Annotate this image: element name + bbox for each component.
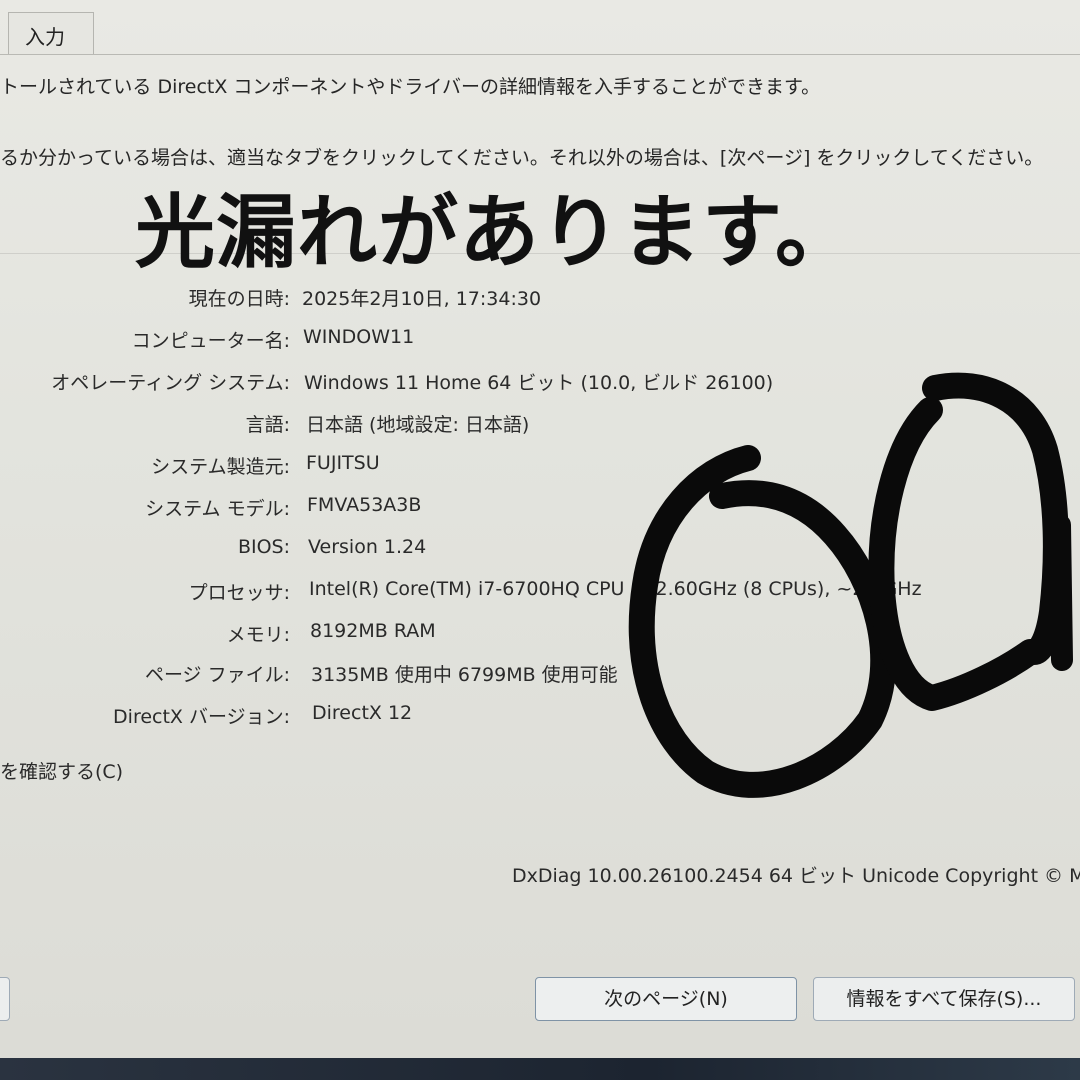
- info-label: オペレーティング システム:: [51, 372, 290, 394]
- version-footer: DxDiag 10.00.26100.2454 64 ビット Unicode C…: [512, 865, 1080, 887]
- info-value: 日本語 (地域設定: 日本語): [306, 414, 530, 436]
- info-label: 言語:: [245, 414, 290, 436]
- dxdiag-window: 入力 トールされている DirectX コンポーネントやドライバーの詳細情報を入…: [0, 0, 1080, 1060]
- info-value: FMVA53A3B: [307, 494, 422, 516]
- next-page-button[interactable]: 次のページ(N): [535, 977, 797, 1021]
- info-row-computer-name: コンピューター名: WINDOW11: [0, 326, 1080, 362]
- info-value: 8192MB RAM: [310, 620, 436, 642]
- info-row-datetime: 現在の日時: 2025年2月10日, 17:34:30: [0, 284, 1080, 320]
- info-row-processor: プロセッサ: Intel(R) Core(TM) i7-6700HQ CPU @…: [0, 578, 1080, 614]
- laptop-bezel: [0, 1058, 1080, 1080]
- intro-line-1: トールされている DirectX コンポーネントやドライバーの詳細情報を入手する…: [0, 76, 821, 98]
- whql-check-option[interactable]: を確認する(C): [0, 757, 123, 784]
- info-value: WINDOW11: [303, 326, 415, 348]
- info-label: システム製造元:: [151, 456, 290, 478]
- info-value: FUJITSU: [306, 452, 380, 474]
- info-label: コンピューター名:: [131, 330, 290, 352]
- info-row-pagefile: ページ ファイル: 3135MB 使用中 6799MB 使用可能: [0, 660, 1080, 696]
- info-value: 3135MB 使用中 6799MB 使用可能: [311, 664, 618, 686]
- info-label: DirectX バージョン:: [113, 706, 290, 728]
- info-row-manufacturer: システム製造元: FUJITSU: [0, 452, 1080, 488]
- info-value: 2025年2月10日, 17:34:30: [302, 288, 542, 310]
- info-value: Windows 11 Home 64 ビット (10.0, ビルド 26100): [304, 372, 774, 394]
- overlay-banner-text: 光漏れがあります。: [135, 186, 856, 279]
- info-row-language: 言語: 日本語 (地域設定: 日本語): [0, 410, 1080, 446]
- info-row-os: オペレーティング システム: Windows 11 Home 64 ビット (1…: [0, 368, 1080, 404]
- info-label: ページ ファイル:: [144, 664, 290, 686]
- info-row-model: システム モデル: FMVA53A3B: [0, 494, 1080, 530]
- save-all-button[interactable]: 情報をすべて保存(S)...: [813, 977, 1075, 1021]
- tab-input[interactable]: 入力: [8, 12, 94, 54]
- intro-line-2: るか分かっている場合は、適当なタブをクリックしてください。それ以外の場合は、[次…: [0, 147, 1044, 169]
- info-label: プロセッサ:: [188, 582, 290, 604]
- tab-bar: 入力: [0, 0, 1080, 55]
- info-row-directx: DirectX バージョン: DirectX 12: [0, 702, 1080, 738]
- info-value: Intel(R) Core(TM) i7-6700HQ CPU @ 2.60GH…: [309, 578, 922, 600]
- info-row-bios: BIOS: Version 1.24: [0, 536, 1080, 572]
- help-button-partial[interactable]: [0, 977, 10, 1021]
- info-label: 現在の日時:: [188, 288, 290, 310]
- info-label: システム モデル:: [145, 498, 290, 520]
- info-label: BIOS:: [237, 536, 290, 558]
- info-value: DirectX 12: [312, 702, 413, 724]
- info-row-memory: メモリ: 8192MB RAM: [0, 620, 1080, 656]
- info-value: Version 1.24: [308, 536, 427, 558]
- info-label: メモリ:: [226, 624, 290, 646]
